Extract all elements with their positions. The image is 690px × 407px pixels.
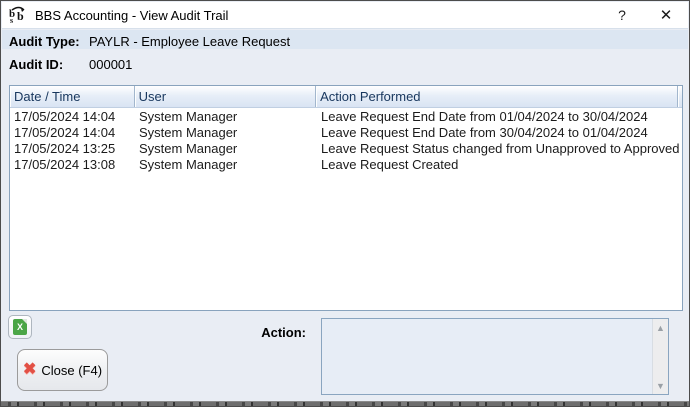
cell-datetime: 17/05/2024 14:04 (10, 109, 135, 124)
svg-text:b: b (17, 9, 24, 23)
scroll-up-icon[interactable]: ▲ (653, 320, 668, 335)
audit-trail-table: Date / Time User Action Performed 17/05/… (9, 85, 683, 311)
cell-datetime: 17/05/2024 13:08 (10, 157, 135, 172)
background-window-edge (1, 401, 689, 406)
cell-datetime: 17/05/2024 14:04 (10, 125, 135, 140)
table-header: Date / Time User Action Performed (10, 86, 682, 108)
help-button[interactable]: ? (600, 2, 644, 28)
action-label: Action: (231, 325, 306, 340)
scroll-down-icon[interactable]: ▼ (653, 378, 668, 393)
audit-id-value: 000001 (89, 57, 132, 72)
action-scrollbar[interactable]: ▲ ▼ (652, 319, 668, 394)
titlebar-buttons: ? ✕ (600, 2, 688, 28)
excel-x-glyph: X (17, 323, 23, 332)
table-row[interactable]: 17/05/2024 14:04 System Manager Leave Re… (10, 108, 682, 124)
column-header-filler (678, 86, 682, 107)
cell-action: Leave Request Status changed from Unappr… (317, 141, 682, 156)
action-text-value (325, 321, 648, 392)
excel-file-icon: X (13, 319, 27, 335)
close-f4-button[interactable]: ✖ Close (F4) (17, 349, 108, 391)
column-header-user[interactable]: User (135, 86, 316, 107)
window-title: BBS Accounting - View Audit Trail (35, 8, 228, 23)
export-excel-button[interactable]: X (8, 315, 32, 339)
column-header-date-time[interactable]: Date / Time (10, 86, 135, 107)
svg-text:s: s (10, 16, 13, 24)
cell-datetime: 17/05/2024 13:25 (10, 141, 135, 156)
audit-type-value: PAYLR - Employee Leave Request (89, 34, 290, 49)
audit-id-label: Audit ID: (9, 57, 63, 72)
cell-action: Leave Request End Date from 01/04/2024 t… (317, 109, 682, 124)
audit-trail-dialog: b s b BBS Accounting - View Audit Trail … (0, 0, 690, 407)
table-body: 17/05/2024 14:04 System Manager Leave Re… (10, 108, 682, 310)
action-textarea[interactable]: ▲ ▼ (321, 318, 669, 395)
cell-user: System Manager (135, 125, 317, 140)
table-row[interactable]: 17/05/2024 14:04 System Manager Leave Re… (10, 124, 682, 140)
audit-type-label: Audit Type: (9, 34, 80, 49)
cell-action: Leave Request End Date from 30/04/2024 t… (317, 125, 682, 140)
column-header-action-performed[interactable]: Action Performed (316, 86, 678, 107)
close-button-label: Close (F4) (41, 363, 102, 378)
title-bar[interactable]: b s b BBS Accounting - View Audit Trail … (2, 2, 688, 29)
close-window-button[interactable]: ✕ (644, 2, 688, 28)
cell-user: System Manager (135, 157, 317, 172)
bbs-app-icon: b s b (9, 6, 29, 24)
cell-action: Leave Request Created (317, 157, 682, 172)
table-row[interactable]: 17/05/2024 13:08 System Manager Leave Re… (10, 156, 682, 172)
cell-user: System Manager (135, 141, 317, 156)
red-x-icon: ✖ (23, 362, 36, 378)
table-row[interactable]: 17/05/2024 13:25 System Manager Leave Re… (10, 140, 682, 156)
cell-user: System Manager (135, 109, 317, 124)
